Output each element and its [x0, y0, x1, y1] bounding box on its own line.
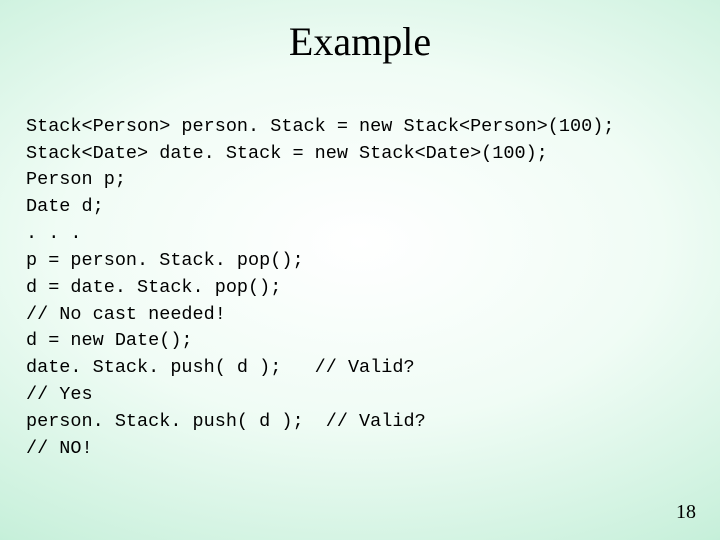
- page-number: 18: [676, 501, 696, 524]
- code-line: . . .: [26, 223, 82, 244]
- code-line: Person p;: [26, 169, 126, 190]
- code-line: Stack<Date> date. Stack = new Stack<Date…: [26, 143, 548, 164]
- code-line: Date d;: [26, 196, 104, 217]
- code-line: person. Stack. push( d ); // Valid?: [26, 411, 426, 432]
- code-line: d = date. Stack. pop();: [26, 277, 281, 298]
- code-line: // NO!: [26, 438, 93, 459]
- code-line: date. Stack. push( d ); // Valid?: [26, 357, 415, 378]
- code-line: // No cast needed!: [26, 304, 226, 325]
- code-line: p = person. Stack. pop();: [26, 250, 304, 271]
- code-line: d = new Date();: [26, 330, 193, 351]
- code-line: // Yes: [26, 384, 93, 405]
- slide-title: Example: [0, 0, 720, 75]
- code-line: Stack<Person> person. Stack = new Stack<…: [26, 116, 614, 137]
- code-block: Stack<Person> person. Stack = new Stack<…: [0, 75, 720, 462]
